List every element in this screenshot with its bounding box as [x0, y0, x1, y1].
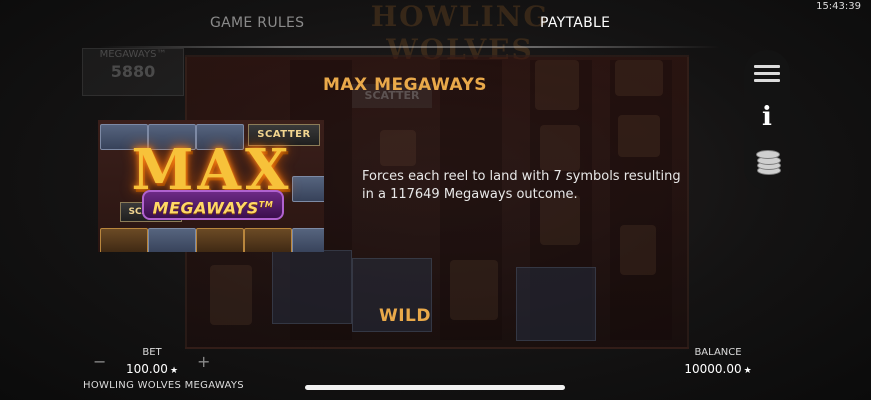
background-megaways-counter: MEGAWAYS™ 5880 [82, 48, 184, 96]
background-symbol [620, 225, 656, 275]
section-title-max-megaways: MAX MEGAWAYS [322, 75, 488, 95]
coins-stack-icon[interactable] [752, 146, 782, 176]
background-symbol [210, 265, 252, 325]
background-symbol [380, 130, 416, 166]
background-symbol [615, 60, 663, 96]
bet-amount: 100.00 [125, 362, 168, 376]
background-symbol [540, 125, 580, 171]
currency-star-icon: ★ [743, 366, 752, 376]
hamburger-menu-icon[interactable] [752, 60, 782, 90]
status-clock: 15:43:39 [816, 1, 861, 12]
background-symbol [450, 260, 498, 320]
tab-divider [100, 46, 720, 48]
section-title-wild: WILD [378, 306, 432, 326]
side-menu: i [744, 50, 790, 190]
tab-paytable[interactable]: PAYTABLE [540, 15, 610, 31]
game-name: HOWLING WOLVES MEGAWAYS [83, 380, 244, 391]
bet-increase-button[interactable]: + [197, 352, 210, 371]
background-counter-label: MEGAWAYS™ [99, 49, 167, 60]
balance-amount: 10000.00 [684, 362, 742, 376]
feature-image-tile [196, 228, 244, 252]
feature-image-tile [100, 228, 148, 252]
currency-star-icon: ★ [169, 366, 179, 376]
feature-image-tile [292, 228, 324, 252]
tab-game-rules[interactable]: GAME RULES [210, 15, 304, 31]
bet-value[interactable]: 100.00 ★ [112, 362, 192, 376]
background-symbol [618, 115, 660, 157]
megaways-logo-banner: MEGAWAYSTM [142, 190, 284, 220]
balance-value: 10000.00 ★ [676, 362, 760, 376]
info-icon[interactable]: i [752, 102, 782, 132]
help-tabs: GAME RULES PAYTABLE [0, 0, 871, 50]
background-wolf-symbol [272, 250, 352, 324]
feature-image-tile [148, 228, 196, 252]
bet-label: BET [142, 347, 162, 358]
max-megaways-feature-image: SCATTER SCATTER MAX MEGAWAYSTM [98, 120, 324, 252]
home-indicator[interactable] [305, 385, 565, 390]
bet-decrease-button[interactable]: − [93, 352, 106, 371]
bottom-bar: − BET 100.00 ★ + HOWLING WOLVES MEGAWAYS … [0, 340, 871, 400]
background-counter-value: 5880 [110, 62, 156, 81]
background-wolf-symbol [516, 267, 596, 341]
feature-description: Forces each reel to land with 7 symbols … [362, 169, 681, 202]
balance-label: BALANCE [694, 347, 742, 358]
background-symbol [535, 60, 579, 110]
feature-image-tile [244, 228, 292, 252]
megaways-logo-text: MEGAWAYS [152, 198, 259, 218]
megaways-logo-tm: TM [258, 200, 274, 209]
